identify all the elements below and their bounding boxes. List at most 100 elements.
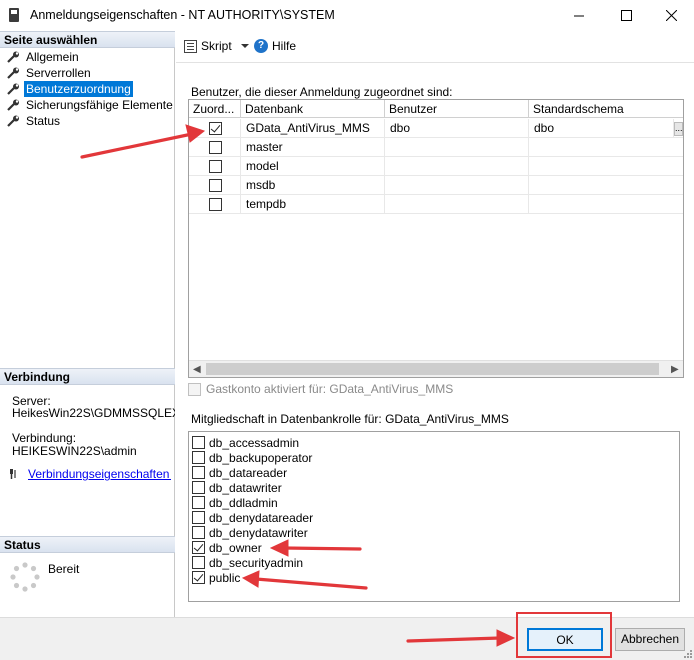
minimize-icon — [573, 15, 584, 17]
nav-item-label: Sicherungsfähige Elemente — [26, 98, 173, 112]
schema-cell[interactable] — [529, 138, 683, 157]
user-cell[interactable] — [385, 138, 529, 157]
role-membership-label: Mitgliedschaft in Datenbankrolle für: GD… — [191, 412, 509, 426]
role-label: db_denydatawriter — [209, 525, 308, 540]
table-row[interactable]: master — [189, 138, 683, 157]
connection-icon — [10, 469, 16, 479]
wrench-icon — [7, 67, 19, 79]
nav-item-label: Serverrollen — [26, 66, 91, 80]
app-icon — [9, 8, 19, 22]
database-cell: GData_AntiVirus_MMS — [241, 119, 385, 138]
list-item[interactable]: db_ddladmin — [192, 495, 278, 510]
role-label: db_denydatareader — [209, 510, 314, 525]
guest-account-checkbox[interactable] — [188, 382, 201, 396]
connection-label: Verbindung: — [12, 431, 77, 445]
mapped-checkbox[interactable] — [209, 160, 222, 173]
role-checkbox[interactable] — [192, 556, 205, 569]
role-checkbox[interactable] — [192, 436, 205, 449]
list-item[interactable]: public — [192, 570, 240, 585]
table-row[interactable]: tempdb — [189, 195, 683, 214]
status-text: Bereit — [48, 562, 80, 576]
mapped-checkbox[interactable] — [209, 179, 222, 192]
resize-grip-icon[interactable] — [682, 648, 692, 658]
role-checkbox[interactable] — [192, 451, 205, 464]
guest-account-label: Gastkonto aktiviert für: GData_AntiVirus… — [206, 382, 454, 396]
list-item[interactable]: db_datareader — [192, 465, 287, 480]
left-panel: Seite auswählen Allgemein Serverrollen B… — [0, 31, 175, 617]
database-cell: master — [241, 138, 385, 157]
script-icon — [184, 39, 197, 53]
list-item[interactable]: db_owner — [192, 540, 262, 555]
role-label: db_securityadmin — [209, 555, 304, 570]
role-label: db_owner — [209, 540, 262, 555]
schema-cell[interactable] — [529, 176, 683, 195]
list-item[interactable]: db_securityadmin — [192, 555, 303, 570]
scroll-right-icon[interactable]: ▶ — [671, 364, 679, 375]
list-item[interactable]: db_accessadmin — [192, 435, 299, 450]
schema-cell[interactable] — [529, 195, 683, 214]
scroll-left-icon[interactable]: ◀ — [193, 364, 201, 375]
nav-item-serverrollen[interactable]: Serverrollen — [0, 65, 175, 81]
connection-link-label: Verbindungseigenschaften anzeigen — [28, 467, 171, 481]
connection-properties-link[interactable]: Verbindungseigenschaften anzeigen — [8, 467, 171, 483]
role-checkbox[interactable] — [192, 466, 205, 479]
server-value: HeikesWin22S\GDMMSSQLEXPRESS — [12, 406, 175, 420]
nav-item-label: Allgemein — [26, 50, 79, 64]
nav-item-benutzerzuordnung[interactable]: Benutzerzuordnung — [0, 81, 175, 97]
nav-item-sicherungsfaehige-elemente[interactable]: Sicherungsfähige Elemente — [0, 97, 175, 113]
script-button[interactable]: Skript — [184, 39, 249, 53]
role-checkbox[interactable] — [192, 571, 205, 584]
table-row[interactable]: GData_AntiVirus_MMS dbo dbo ... — [189, 119, 683, 138]
help-label: Hilfe — [272, 39, 297, 53]
nav-item-status[interactable]: Status — [0, 113, 175, 129]
column-header-mapped[interactable]: Zuord... — [189, 100, 241, 118]
status-header: Status — [0, 536, 175, 553]
column-header-database[interactable]: Datenbank — [241, 100, 385, 118]
user-cell[interactable]: dbo — [385, 119, 529, 138]
wrench-icon — [7, 99, 19, 111]
select-page-header: Seite auswählen — [0, 31, 175, 48]
maximize-button[interactable] — [603, 0, 649, 31]
column-header-user[interactable]: Benutzer — [385, 100, 529, 118]
horizontal-scrollbar[interactable]: ◀ ▶ — [189, 360, 683, 377]
role-checkbox[interactable] — [192, 511, 205, 524]
list-item[interactable]: db_denydatawriter — [192, 525, 308, 540]
role-checkbox[interactable] — [192, 496, 205, 509]
user-cell[interactable] — [385, 195, 529, 214]
role-checkbox[interactable] — [192, 526, 205, 539]
list-item[interactable]: db_datawriter — [192, 480, 282, 495]
role-checkbox[interactable] — [192, 481, 205, 494]
connection-header: Verbindung — [0, 368, 175, 385]
connection-value: HEIKESWIN22S\admin — [12, 444, 137, 458]
table-row[interactable]: msdb — [189, 176, 683, 195]
help-button[interactable]: ? Hilfe — [254, 39, 296, 53]
minimize-button[interactable] — [556, 0, 602, 31]
mapped-checkbox[interactable] — [209, 122, 222, 135]
scroll-thumb[interactable] — [206, 363, 659, 375]
mapped-checkbox[interactable] — [209, 198, 222, 211]
user-mapping-grid: Zuord... Datenbank Benutzer Standardsche… — [188, 99, 684, 378]
role-label: db_accessadmin — [209, 435, 300, 450]
role-label: db_ddladmin — [209, 495, 278, 510]
database-cell: model — [241, 157, 385, 176]
table-row[interactable]: model — [189, 157, 683, 176]
list-item[interactable]: db_denydatareader — [192, 510, 313, 525]
ok-highlight-frame — [516, 612, 612, 658]
schema-cell[interactable] — [529, 157, 683, 176]
maximize-icon — [620, 10, 632, 21]
schema-cell[interactable]: dbo — [529, 119, 674, 138]
schema-browse-button[interactable]: ... — [674, 122, 683, 136]
mapped-users-label: Benutzer, die dieser Anmeldung zugeordne… — [191, 85, 453, 99]
role-checkbox[interactable] — [192, 541, 205, 554]
database-cell: tempdb — [241, 195, 385, 214]
cancel-button[interactable]: Abbrechen — [615, 628, 685, 651]
list-item[interactable]: db_backupoperator — [192, 450, 312, 465]
column-header-default-schema[interactable]: Standardschema — [529, 100, 683, 118]
nav-item-allgemein[interactable]: Allgemein — [0, 49, 175, 65]
close-button[interactable] — [648, 0, 694, 31]
wrench-icon — [7, 51, 19, 63]
guest-account-option[interactable]: Gastkonto aktiviert für: GData_AntiVirus… — [188, 382, 453, 396]
user-cell[interactable] — [385, 157, 529, 176]
mapped-checkbox[interactable] — [209, 141, 222, 154]
user-cell[interactable] — [385, 176, 529, 195]
